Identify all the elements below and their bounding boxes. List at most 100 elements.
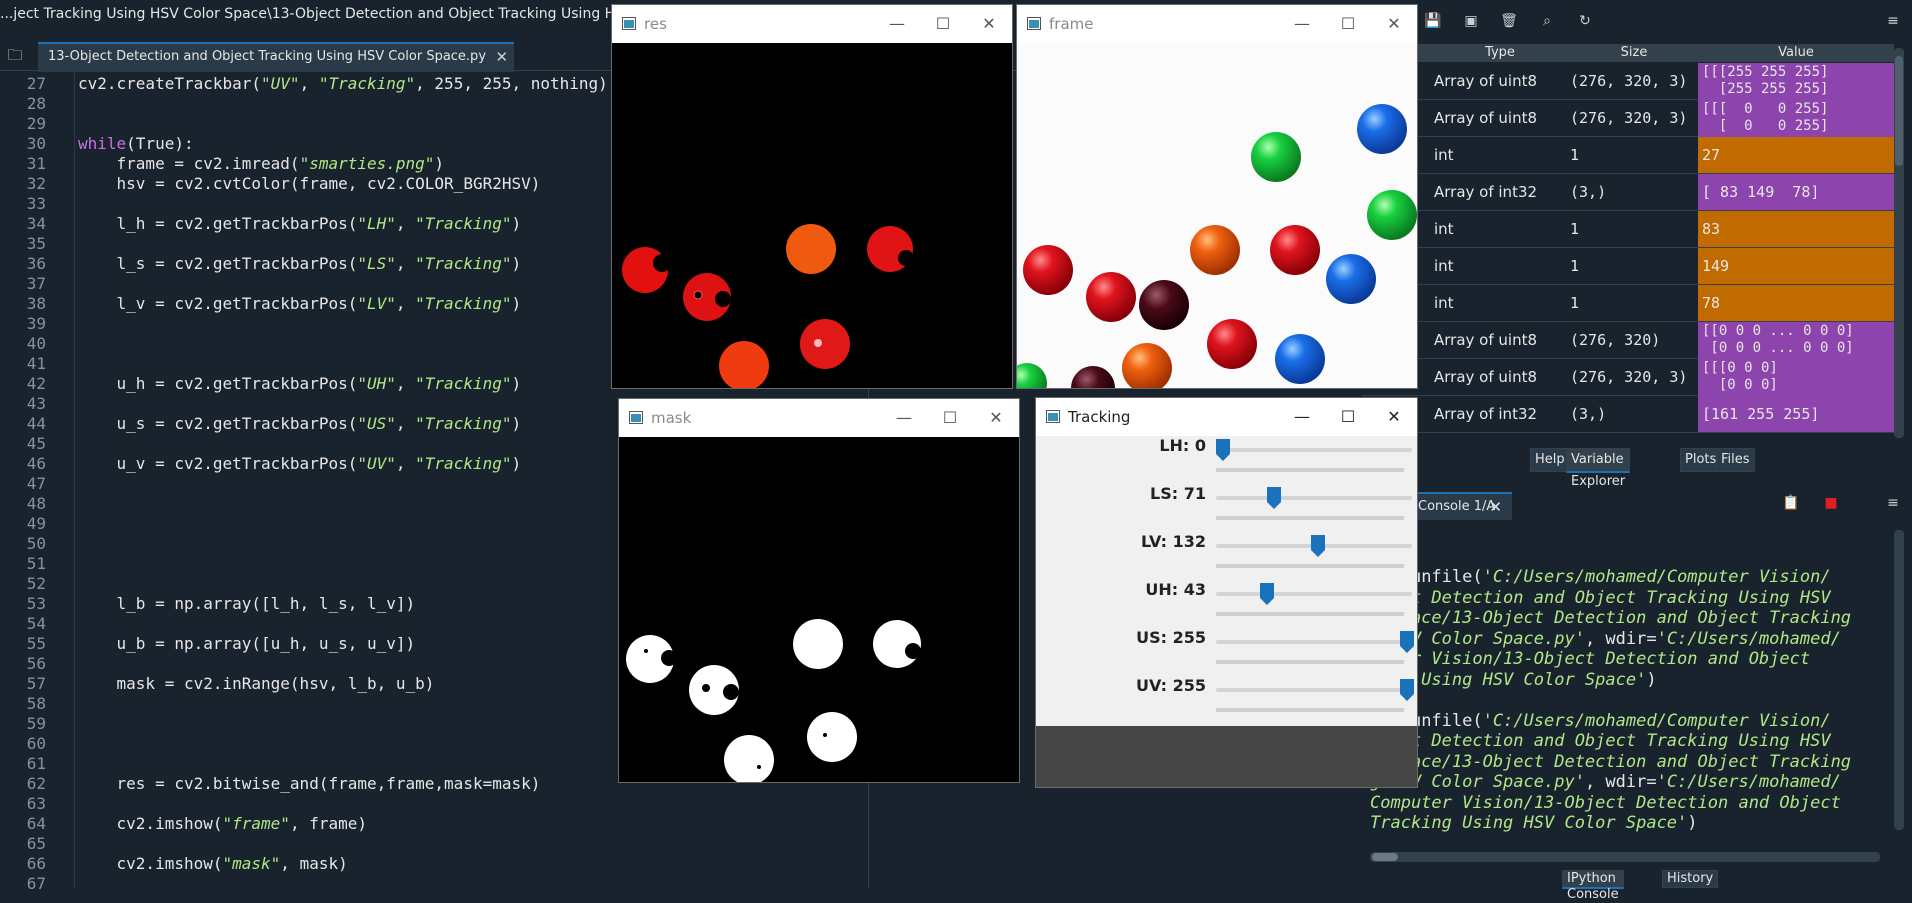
browse-tabs-icon[interactable]: 🗀 [4,44,26,66]
tab-variable-explorer[interactable]: Variable Explorer [1566,448,1631,489]
stop-icon[interactable]: ■ [1820,492,1842,514]
frame-titlebar[interactable]: frame — ☐ ✕ [1017,5,1417,43]
code-line[interactable]: u_s = cv2.getTrackbarPos("US", "Tracking… [78,414,522,433]
tab-ipython-console[interactable]: IPython Console [1562,870,1624,902]
mask-image [619,437,1019,782]
code-line[interactable]: cv2.imshow("frame", frame) [78,814,367,833]
tracking-window[interactable]: Tracking — ☐ ✕ LH: 0 LS: 71 LV: 132 UH: 43 U… [1036,398,1417,787]
trackbar-label: LS: 71 [1150,484,1206,503]
refresh-icon[interactable]: ↻ [1574,10,1596,32]
variable-type: Array of uint8 [1434,109,1538,127]
code-line[interactable]: res = cv2.bitwise_and(frame,frame,mask=m… [78,774,541,793]
trackbar-thumb[interactable] [1400,631,1414,653]
clipboard-icon[interactable]: 📋 [1780,492,1802,514]
trackbar-thumb[interactable] [1216,439,1230,461]
code-line[interactable]: l_v = cv2.getTrackbarPos("LV", "Tracking… [78,294,522,313]
code-line[interactable]: u_h = cv2.getTrackbarPos("UH", "Tracking… [78,374,522,393]
variable-row[interactable]: int 1 78 [1362,285,1894,322]
variable-scrollbar-thumb[interactable] [1895,56,1903,166]
code-line[interactable]: cv2.createTrackbar("UV", "Tracking", 255… [78,74,608,93]
variable-value: 78 [1698,285,1894,321]
mask-titlebar[interactable]: mask — ☐ ✕ [619,399,1019,437]
variable-explorer-toolbar: 💾 ▣ 🗑 ⌕ ↻ ≡ [1362,0,1912,40]
code-line[interactable]: l_s = cv2.getTrackbarPos("LS", "Tracking… [78,254,522,273]
res-window[interactable]: res — ☐ ✕ [612,5,1012,388]
tab-help[interactable]: Help [1530,448,1570,472]
code-line[interactable]: while(True): [78,134,194,153]
code-line[interactable]: frame = cv2.imread("smarties.png") [78,154,445,173]
window-app-icon [622,17,636,30]
variable-row[interactable]: Array of uint8 (276, 320) [[0 0 0 ... 0 0 … [1362,322,1894,359]
options-menu-icon[interactable]: ≡ [1882,10,1904,32]
close-button[interactable]: ✕ [966,5,1012,43]
close-tab-icon[interactable]: ✕ [495,44,508,70]
editor-file-tab[interactable]: 13-Object Detection and Object Tracking … [38,42,515,72]
trackbar-groove[interactable] [1216,592,1412,596]
mask-window[interactable]: mask — ☐ ✕ [619,399,1019,782]
variable-row[interactable]: Array of uint8 (276, 320, 3) [[[0 0 0] [0 … [1362,359,1894,396]
delete-icon[interactable]: 🗑 [1498,10,1520,32]
variable-row[interactable]: Array of uint8 (276, 320, 3) [[[ 0 0 255] … [1362,100,1894,137]
trackbar-thumb[interactable] [1267,487,1282,509]
trackbar-thumb[interactable] [1260,583,1275,605]
maximize-button[interactable]: ☐ [927,399,973,437]
console-vertical-scrollbar[interactable] [1894,530,1904,830]
frame-window[interactable]: frame — ☐ ✕ [1017,5,1417,388]
console-options-icon[interactable]: ≡ [1882,492,1904,514]
res-titlebar[interactable]: res — ☐ ✕ [612,5,1012,43]
minimize-button[interactable]: — [881,399,927,437]
console-line: puter Vision/13-Object Detection and Obj… [1370,649,1811,669]
size-column-header[interactable]: Size [1570,45,1698,60]
ipython-console[interactable]: ]:]: runfile('C:/Users/mohamed/Computer … [1362,526,1890,846]
variable-row[interactable]: Array of int32 (3,) [161 255 255] [1362,396,1894,433]
code-line[interactable]: l_h = cv2.getTrackbarPos("LH", "Tracking… [78,214,522,233]
variable-type: Array of uint8 [1434,72,1538,90]
minimize-button[interactable]: — [1279,398,1325,436]
console-horizontal-scrollbar[interactable] [1370,852,1880,862]
search-icon[interactable]: ⌕ [1536,10,1558,32]
line-number: 29 [26,114,46,133]
type-column-header[interactable]: Type [1434,45,1566,60]
variable-row[interactable]: Array of int32 (3,) [ 83 149 78] [1362,174,1894,211]
tracking-titlebar[interactable]: Tracking — ☐ ✕ [1036,398,1417,436]
code-line[interactable]: u_v = cv2.getTrackbarPos("UV", "Tracking… [78,454,522,473]
trackbar-groove[interactable] [1216,688,1412,692]
line-number: 41 [26,354,46,373]
variable-row[interactable]: Array of uint8 (276, 320, 3) [[[255 255 25… [1362,63,1894,100]
maximize-button[interactable]: ☐ [920,5,966,43]
code-line[interactable]: mask = cv2.inRange(hsv, l_b, u_b) [78,674,435,693]
close-button[interactable]: ✕ [973,399,1019,437]
trackbar-groove[interactable] [1216,496,1412,500]
close-button[interactable]: ✕ [1371,5,1417,43]
variable-row[interactable]: int 1 149 [1362,248,1894,285]
console-tab-label: Console 1/A [1418,499,1496,514]
variable-value: [[0 0 0 ... 0 0 0] [0 0 0 ... 0 0 0] [1698,322,1894,359]
save-icon[interactable]: 💾 [1422,10,1444,32]
trackbar-thumb[interactable] [1311,535,1326,557]
code-line[interactable]: u_b = np.array([u_h, u_s, u_v]) [78,634,416,653]
variable-value: [ 83 149 78] [1698,174,1894,210]
close-console-icon[interactable]: ✕ [1489,494,1502,520]
code-line[interactable]: hsv = cv2.cvtColor(frame, cv2.COLOR_BGR2… [78,174,541,193]
minimize-button[interactable]: — [1279,5,1325,43]
console-line: bject Detection and Object Tracking Usin… [1370,587,1831,608]
maximize-button[interactable]: ☐ [1325,5,1371,43]
tab-history[interactable]: History [1662,870,1719,888]
close-button[interactable]: ✕ [1371,398,1417,436]
trackbar-thumb[interactable] [1400,679,1414,701]
tab-files[interactable]: Files [1716,448,1755,472]
line-number: 54 [26,614,46,633]
value-column-header[interactable]: Value [1698,45,1894,60]
save-as-icon[interactable]: ▣ [1460,10,1482,32]
code-line[interactable]: l_b = np.array([l_h, l_s, l_v]) [78,594,416,613]
trackbar-scale [1216,660,1404,664]
trackbar-groove[interactable] [1216,448,1412,452]
minimize-button[interactable]: — [874,5,920,43]
variable-row[interactable]: int 1 83 [1362,211,1894,248]
variable-row[interactable]: int 1 27 [1362,137,1894,174]
file-tab-label: 13-Object Detection and Object Tracking … [48,49,487,64]
code-line[interactable]: cv2.imshow("mask", mask) [78,854,348,873]
trackbar-groove[interactable] [1216,640,1412,644]
maximize-button[interactable]: ☐ [1325,398,1371,436]
console-scrollbar-thumb[interactable] [1372,853,1398,861]
